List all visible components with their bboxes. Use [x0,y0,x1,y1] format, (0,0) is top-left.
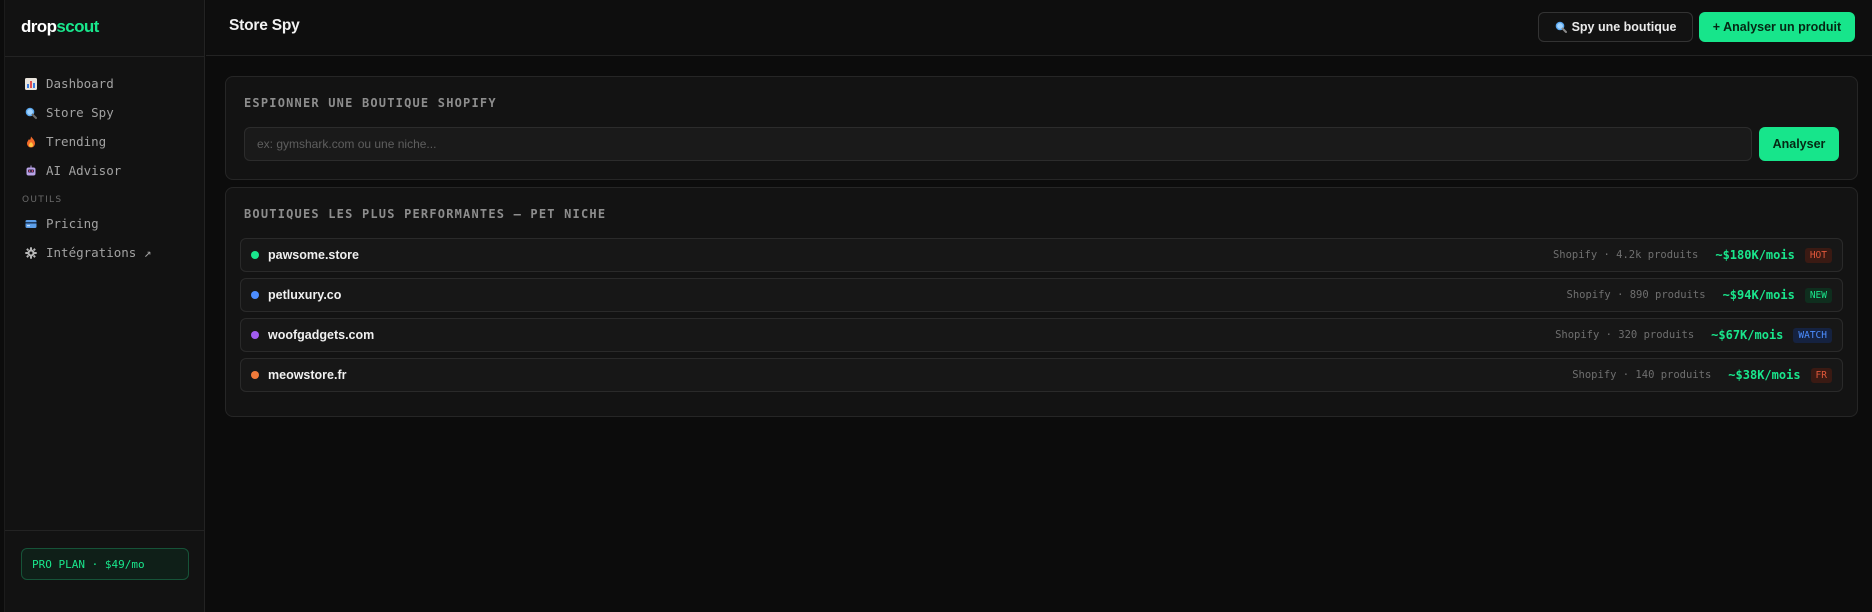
store-meta: Shopify · 140 produits [1572,369,1712,381]
sidebar-item-ai-advisor[interactable]: AI Advisor [5,156,204,185]
sidebar-item-store-spy[interactable]: Store Spy [5,98,204,127]
analyze-product-button[interactable]: + Analyser un produit [1699,12,1855,42]
fire-icon [24,135,38,149]
analyze-button[interactable]: Analyser [1759,127,1839,161]
sidebar-item-label: Intégrations ↗ [46,245,152,260]
status-badge: WATCH [1793,327,1832,343]
magnifier-icon [1555,21,1567,33]
status-badge: HOT [1804,247,1832,263]
page-title: Store Spy [229,17,300,34]
sidebar-item-integrations[interactable]: Intégrations ↗ [5,238,204,267]
status-dot [251,331,259,339]
status-badge: NEW [1804,287,1832,303]
store-revenue: ~$180K/mois [1715,248,1795,262]
sidebar-item-trending[interactable]: Trending [5,127,204,156]
store-revenue: ~$67K/mois [1711,328,1784,342]
store-search-input[interactable] [244,127,1752,161]
logo[interactable]: dropscout [5,0,204,57]
sidebar-item-pricing[interactable]: Pricing [5,209,204,238]
sidebar: dropscout Dashboard Store Spy Trending A… [4,0,205,612]
store-row[interactable]: woofgadgets.com Shopify · 320 produits ~… [240,318,1843,352]
sidebar-item-label: Store Spy [46,105,114,120]
card-title: BOUTIQUES LES PLUS PERFORMANTES — PET NI… [244,207,607,221]
sidebar-item-label: AI Advisor [46,163,122,178]
status-badge: FR [1810,367,1832,383]
store-revenue: ~$94K/mois [1722,288,1795,302]
spy-store-card: ESPIONNER UNE BOUTIQUE SHOPIFY Analyser [225,76,1858,180]
logo-part-scout: scout [56,17,99,36]
store-meta: Shopify · 890 produits [1566,289,1706,301]
sidebar-nav: Dashboard Store Spy Trending AI Advisor … [5,57,204,267]
spy-store-button-label: Spy une boutique [1571,20,1677,34]
status-dot [251,251,259,259]
robot-icon [24,164,38,178]
logo-part-drop: drop [21,17,57,36]
store-row[interactable]: pawsome.store Shopify · 4.2k produits ~$… [240,238,1843,272]
store-row[interactable]: petluxury.co Shopify · 890 produits ~$94… [240,278,1843,312]
status-dot [251,291,259,299]
credit-card-icon [24,217,38,231]
status-dot [251,371,259,379]
pro-plan-badge[interactable]: PRO PLAN · $49/mo [21,548,189,580]
store-name: meowstore.fr [268,368,347,382]
spy-store-button[interactable]: Spy une boutique [1538,12,1693,42]
section-label-tools: OUTILS [22,195,63,205]
gear-icon [24,246,38,260]
magnifier-icon [24,106,38,120]
store-meta: Shopify · 4.2k produits [1552,249,1699,261]
store-revenue: ~$38K/mois [1728,368,1801,382]
top-stores-card: BOUTIQUES LES PLUS PERFORMANTES — PET NI… [225,187,1858,417]
top-header: Store Spy Spy une boutique + Analyser un… [206,0,1872,56]
sidebar-item-dashboard[interactable]: Dashboard [5,69,204,98]
store-name: woofgadgets.com [268,328,375,342]
store-row[interactable]: meowstore.fr Shopify · 140 produits ~$38… [240,358,1843,392]
sidebar-item-label: Dashboard [46,76,114,91]
store-meta: Shopify · 320 produits [1555,329,1695,341]
bar-chart-icon [24,77,38,91]
sidebar-item-label: Pricing [46,216,99,231]
store-name: petluxury.co [268,288,342,302]
card-title: ESPIONNER UNE BOUTIQUE SHOPIFY [244,96,497,110]
store-name: pawsome.store [268,248,360,262]
sidebar-footer: PRO PLAN · $49/mo [5,530,204,612]
sidebar-item-label: Trending [46,134,107,149]
